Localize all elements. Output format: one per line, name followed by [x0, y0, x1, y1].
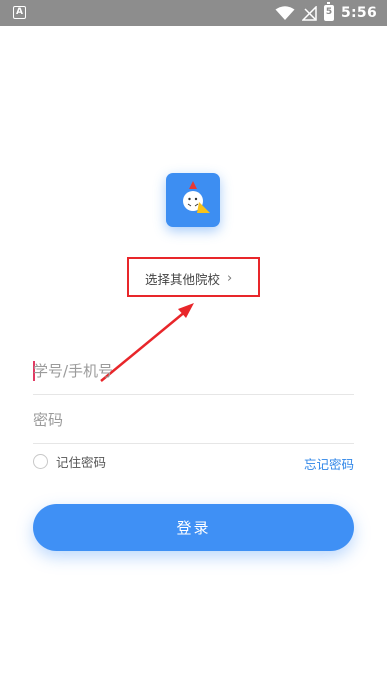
password-field — [33, 396, 354, 444]
username-field — [33, 347, 354, 395]
annotation-arrow — [100, 303, 194, 382]
forgot-password-link[interactable]: 忘记密码 — [304, 454, 354, 473]
login-button[interactable]: 登录 — [33, 504, 354, 551]
password-input[interactable] — [33, 408, 354, 432]
remember-password-toggle[interactable]: 记住密码 — [33, 452, 106, 471]
username-input[interactable] — [33, 359, 354, 383]
remember-checkbox[interactable] — [33, 454, 48, 469]
remember-label: 记住密码 — [56, 455, 107, 470]
